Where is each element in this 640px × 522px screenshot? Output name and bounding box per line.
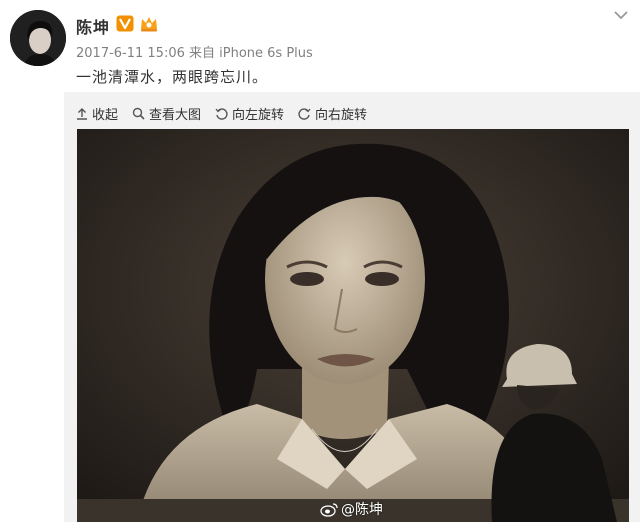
rotate-right-label: 向右旋转 — [315, 107, 368, 123]
search-icon — [132, 107, 145, 120]
username[interactable]: 陈坤 — [76, 14, 110, 38]
avatar-portrait — [10, 10, 66, 66]
chevron-down-icon[interactable] — [612, 8, 630, 22]
photo-watermark: @陈坤 — [320, 499, 383, 519]
post-meta: 2017-6-11 15:06 来自 iPhone 6s Plus — [76, 42, 313, 61]
post-photo[interactable] — [77, 129, 629, 522]
rotate-left-label: 向左旋转 — [232, 107, 285, 123]
portrait-photo — [77, 129, 629, 522]
vip-crown-icon — [141, 17, 157, 32]
collapse-button[interactable]: 收起 — [76, 104, 118, 123]
weibo-logo-icon — [320, 502, 338, 517]
watermark-text: @陈坤 — [341, 502, 383, 518]
rotate-left-icon — [215, 107, 228, 120]
post-timestamp[interactable]: 2017-6-11 15:06 — [76, 46, 185, 61]
media-toolbar: 收起 查看大图 向左旋转 向右旋转 — [76, 103, 381, 123]
rotate-right-button[interactable]: 向右旋转 — [298, 104, 367, 123]
post-source: 来自 iPhone 6s Plus — [189, 46, 313, 61]
rotate-left-button[interactable]: 向左旋转 — [215, 104, 284, 123]
avatar[interactable] — [10, 10, 66, 66]
post-text: 一池清潭水，两眼跨忘川。 — [76, 68, 269, 86]
collapse-label: 收起 — [92, 107, 119, 123]
arrow-up-icon — [77, 107, 87, 120]
view-large-label: 查看大图 — [149, 107, 202, 123]
verified-v-icon — [116, 15, 134, 32]
view-large-button[interactable]: 查看大图 — [132, 104, 201, 123]
rotate-right-icon — [298, 107, 311, 120]
